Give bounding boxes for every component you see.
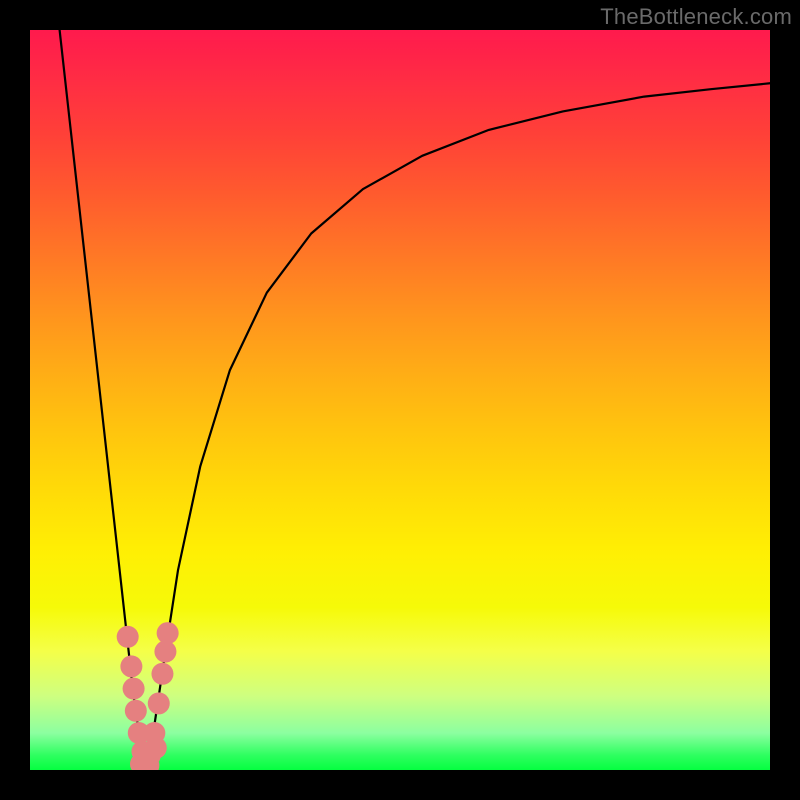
chart-svg [30, 30, 770, 770]
chart-frame: TheBottleneck.com [0, 0, 800, 800]
scatter-dot [117, 626, 139, 648]
scatter-dot [125, 700, 147, 722]
plot-area [30, 30, 770, 770]
scatter-dot [145, 737, 167, 759]
scatter-dot [120, 655, 142, 677]
scatter-dots [117, 622, 179, 770]
curve-right-ascent [146, 83, 770, 768]
watermark-text: TheBottleneck.com [600, 4, 792, 30]
scatter-dot [148, 692, 170, 714]
scatter-dot [123, 678, 145, 700]
scatter-dot [151, 663, 173, 685]
scatter-dot [154, 641, 176, 663]
scatter-dot [157, 622, 179, 644]
